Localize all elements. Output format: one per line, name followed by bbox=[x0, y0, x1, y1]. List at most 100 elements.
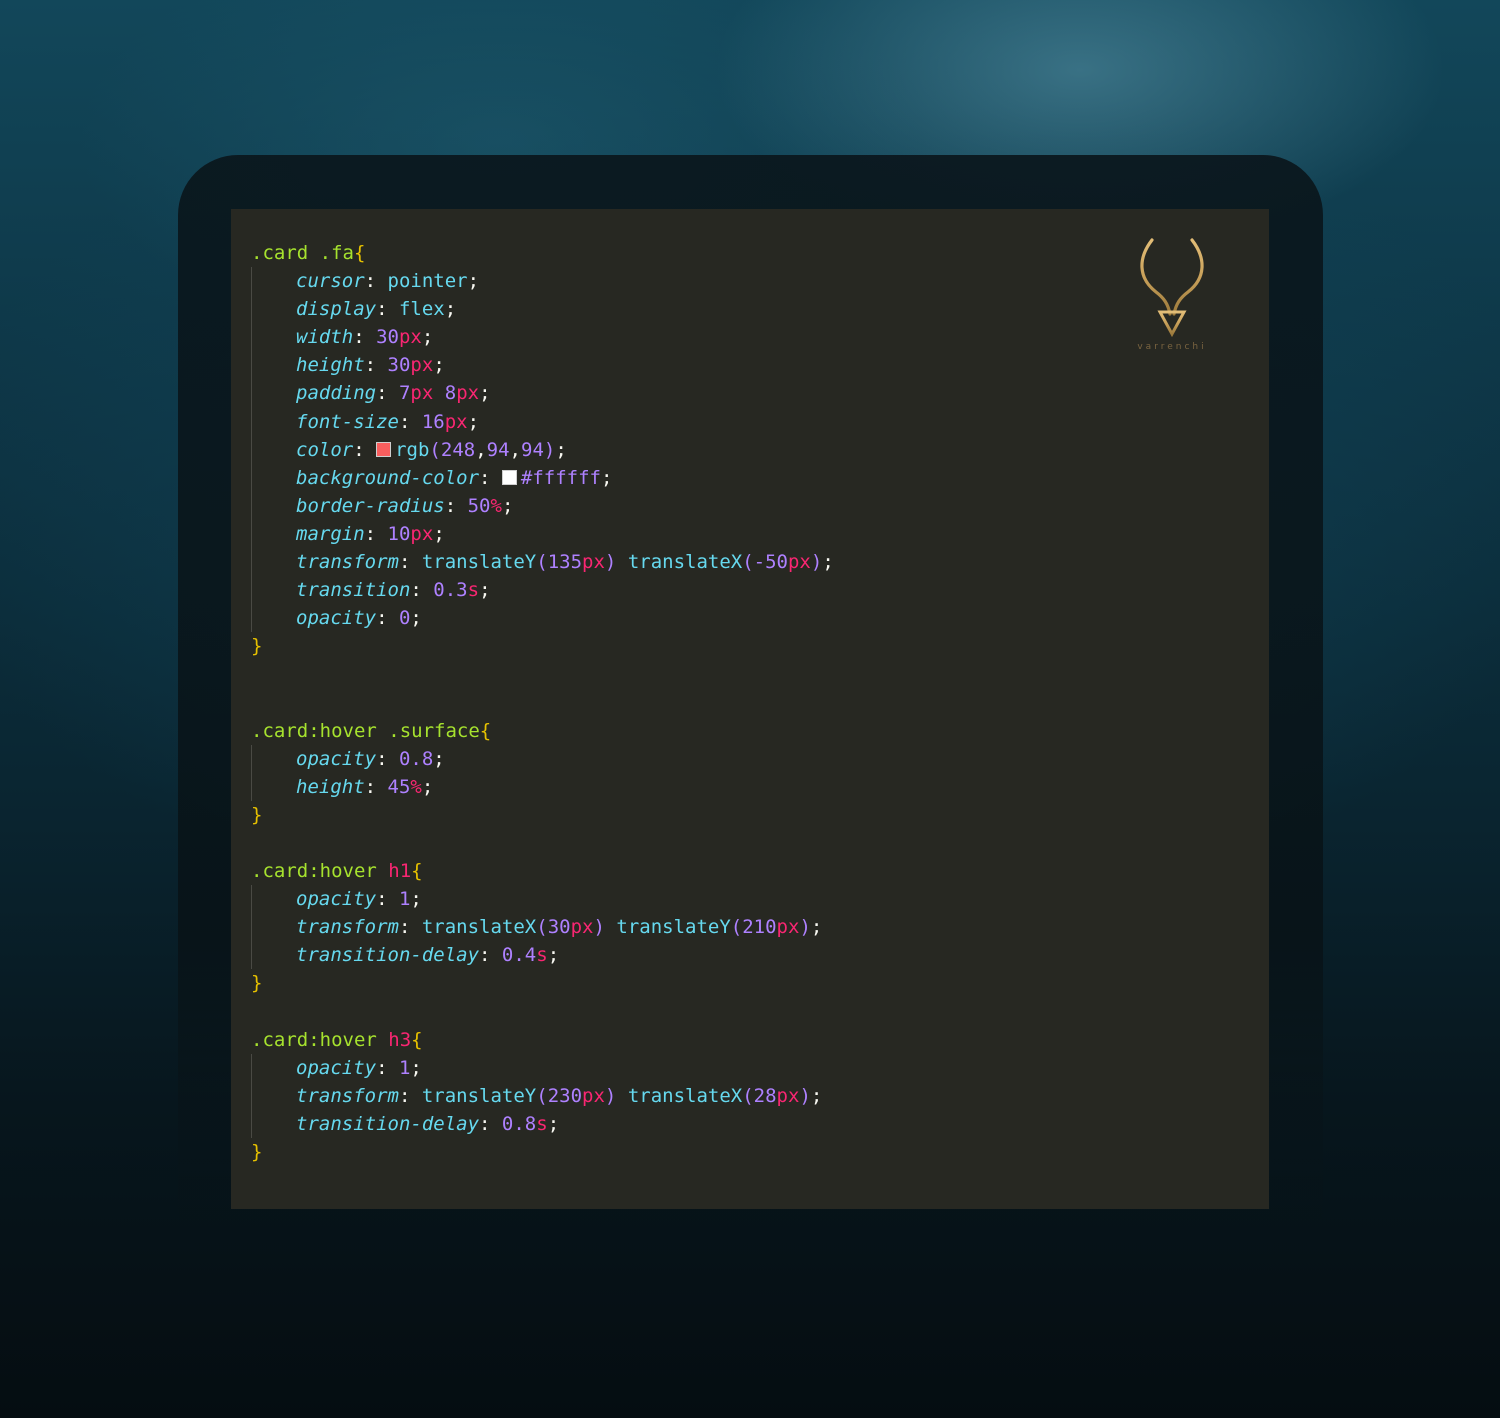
css-function: translateX bbox=[627, 551, 743, 574]
colon: : bbox=[353, 438, 377, 461]
css-property: opacity bbox=[296, 607, 377, 630]
paren: ) bbox=[604, 1084, 617, 1107]
indent-guide bbox=[251, 407, 296, 436]
css-number: 30 bbox=[387, 354, 411, 377]
semicolon: ; bbox=[479, 382, 491, 405]
paren: ( bbox=[429, 438, 441, 461]
css-number: 94 bbox=[521, 438, 544, 461]
comma: , bbox=[509, 438, 521, 461]
semicolon: ; bbox=[810, 916, 823, 939]
css-property: transition bbox=[296, 579, 411, 602]
css-number: 8 bbox=[444, 382, 457, 405]
code-line-declaration: height: 45%; bbox=[251, 772, 834, 801]
colon: : bbox=[398, 916, 422, 939]
css-number: 210 bbox=[742, 916, 777, 939]
paren: ) bbox=[799, 1084, 811, 1107]
css-number: 28 bbox=[753, 1084, 777, 1107]
colon: : bbox=[479, 466, 502, 489]
code-line-declaration: transition-delay: 0.8s; bbox=[251, 1109, 834, 1138]
css-hex-color: #ffffff bbox=[520, 466, 601, 489]
css-selector: .card:hover bbox=[251, 1028, 389, 1051]
colon: : bbox=[479, 944, 502, 967]
code-line-declaration: transform: translateX(30px) translateY(2… bbox=[251, 913, 834, 942]
css-unit: px bbox=[410, 522, 434, 545]
color-swatch bbox=[376, 441, 392, 457]
code-line-declaration: width: 30px; bbox=[251, 323, 834, 352]
colon: : bbox=[376, 607, 399, 630]
indent-guide bbox=[251, 604, 296, 633]
code-line-declaration: padding: 7px 8px; bbox=[251, 379, 834, 408]
indent-guide bbox=[251, 941, 296, 970]
colon: : bbox=[444, 494, 468, 517]
css-code-block: .card .fa{cursor: pointer; display: flex;… bbox=[251, 239, 834, 1166]
colon: : bbox=[376, 298, 399, 321]
colon: : bbox=[398, 1084, 422, 1107]
code-line-declaration: color: rgb(248,94,94); bbox=[251, 435, 834, 464]
code-line-selector: .card:hover h3{ bbox=[251, 1026, 834, 1054]
colon: : bbox=[376, 1056, 399, 1079]
css-property: transform bbox=[296, 1084, 399, 1107]
css-number: 10 bbox=[387, 522, 411, 545]
css-property: color bbox=[296, 438, 354, 461]
indent-guide bbox=[251, 548, 296, 577]
indent-guide bbox=[251, 435, 296, 464]
code-editor: .card .fa{cursor: pointer; display: flex;… bbox=[231, 209, 1269, 1209]
code-line-declaration: display: flex; bbox=[251, 295, 834, 324]
code-line-close: } bbox=[251, 801, 834, 829]
paren: ) bbox=[799, 916, 811, 939]
indent-guide bbox=[251, 491, 296, 520]
css-property: display bbox=[296, 298, 377, 321]
semicolon: ; bbox=[410, 1056, 422, 1079]
css-property: opacity bbox=[296, 747, 377, 770]
indent-guide bbox=[251, 351, 296, 380]
open-brace: { bbox=[411, 1028, 423, 1051]
css-number: 0.8 bbox=[501, 1112, 537, 1135]
comma: , bbox=[475, 438, 487, 461]
css-unit: % bbox=[410, 775, 422, 798]
indent-guide bbox=[251, 295, 296, 324]
semicolon: ; bbox=[467, 410, 480, 433]
colon: : bbox=[364, 270, 388, 293]
css-property: font-size bbox=[296, 410, 399, 433]
css-function: translateY bbox=[421, 551, 537, 574]
semicolon: ; bbox=[601, 466, 613, 489]
css-property: transform bbox=[296, 551, 399, 574]
indent-guide bbox=[251, 772, 296, 801]
semicolon: ; bbox=[433, 747, 445, 770]
code-line-declaration: opacity: 1; bbox=[251, 885, 834, 914]
css-unit: s bbox=[536, 944, 548, 967]
css-number: 50 bbox=[467, 494, 491, 517]
css-function: translateX bbox=[421, 916, 537, 939]
indent-guide bbox=[251, 267, 296, 296]
open-brace: { bbox=[411, 860, 423, 883]
css-selector: .card .fa bbox=[251, 242, 354, 264]
colon: : bbox=[398, 410, 422, 433]
css-property: height bbox=[296, 354, 365, 377]
css-property: padding bbox=[296, 382, 377, 405]
semicolon: ; bbox=[410, 607, 422, 630]
indent-guide bbox=[251, 1109, 296, 1138]
colon: : bbox=[479, 1112, 502, 1135]
semicolon: ; bbox=[444, 298, 457, 321]
code-line-close: } bbox=[251, 632, 834, 660]
semicolon: ; bbox=[410, 888, 422, 911]
colon: : bbox=[398, 551, 422, 574]
code-line-declaration: font-size: 16px; bbox=[251, 407, 834, 436]
code-line-declaration: transition: 0.3s; bbox=[251, 576, 834, 605]
css-number: 7 bbox=[398, 382, 411, 405]
css-number: 230 bbox=[547, 1084, 583, 1107]
css-number: 16 bbox=[421, 410, 445, 433]
css-number: 94 bbox=[486, 438, 510, 461]
semicolon: ; bbox=[479, 579, 491, 602]
css-unit: px bbox=[398, 326, 422, 349]
code-line-declaration: opacity: 1; bbox=[251, 1053, 834, 1082]
css-number: 0.4 bbox=[501, 944, 537, 967]
css-tag-selector: h3 bbox=[388, 1028, 412, 1051]
horned-v-logo-icon bbox=[1140, 238, 1204, 338]
indent-guide bbox=[251, 885, 296, 914]
css-property: transition-delay bbox=[296, 944, 480, 967]
code-line-declaration: transform: translateY(135px) translateX(… bbox=[251, 548, 834, 577]
